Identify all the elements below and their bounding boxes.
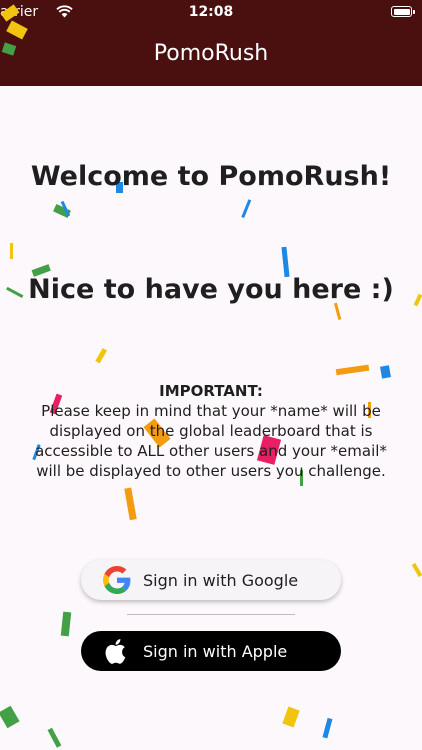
confetti-piece: [241, 199, 252, 219]
confetti-piece: [322, 717, 333, 739]
welcome-subtitle: Nice to have you here :): [28, 274, 394, 305]
notice-text: Please keep in mind that your *name* wil…: [35, 402, 387, 480]
confetti-piece: [53, 203, 71, 219]
google-sign-in-button[interactable]: Sign in with Google: [81, 560, 341, 600]
confetti-piece: [335, 364, 370, 376]
status-bar: arrier 12:08: [0, 0, 422, 26]
confetti-piece: [95, 347, 108, 364]
app-bar: PomoRush: [0, 26, 422, 86]
confetti-piece: [124, 487, 137, 521]
battery-icon: [391, 6, 415, 17]
confetti-piece: [60, 611, 72, 637]
welcome-title: Welcome to PomoRush!: [30, 161, 392, 192]
app-title: PomoRush: [153, 41, 269, 66]
confetti-piece: [60, 200, 71, 217]
privacy-notice: IMPORTANT: Please keep in mind that your…: [25, 381, 397, 481]
divider: [127, 614, 295, 615]
apple-sign-in-button[interactable]: Sign in with Apple: [81, 631, 341, 671]
google-g-icon: [103, 566, 131, 594]
confetti-piece: [411, 562, 422, 578]
notice-label: IMPORTANT:: [159, 382, 263, 400]
apple-sign-in-label: Sign in with Apple: [143, 642, 288, 661]
confetti-piece: [47, 727, 62, 748]
apple-logo-icon: [105, 639, 126, 664]
confetti-piece: [282, 706, 300, 728]
confetti-piece: [380, 365, 391, 379]
confetti-piece: [281, 246, 290, 278]
status-time: 12:08: [188, 4, 234, 20]
confetti-piece: [333, 302, 342, 320]
confetti-piece: [0, 705, 20, 729]
confetti-piece: [10, 243, 13, 259]
google-sign-in-label: Sign in with Google: [143, 571, 299, 590]
